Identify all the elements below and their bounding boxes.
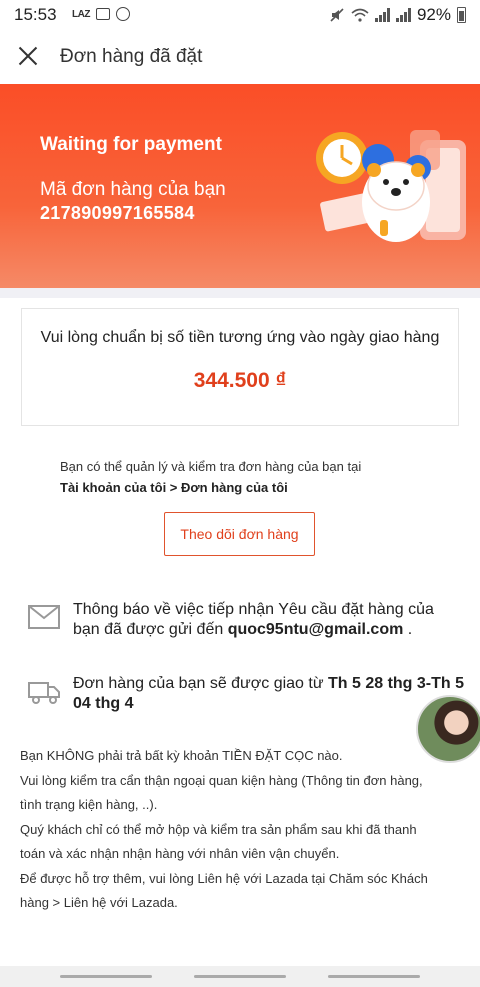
signal-icon-2: [395, 8, 411, 22]
section-divider: [0, 288, 480, 298]
system-navigation-bar: [0, 966, 480, 987]
payment-note: Vui lòng chuẩn bị số tiền tương ứng vào …: [40, 329, 440, 346]
note-item: Vui lòng kiểm tra cẩn thận ngoại quan ki…: [20, 772, 423, 813]
manage-order-text: Bạn có thể quản lý và kiểm tra đơn hàng …: [60, 459, 362, 474]
nav-recents-button[interactable]: [60, 975, 152, 978]
order-status-banner: Waiting for payment Mã đơn hàng của bạn …: [0, 84, 480, 288]
truck-icon: [28, 682, 60, 704]
note-item: Để được hỗ trợ thêm, vui lòng Liên hệ vớ…: [20, 870, 428, 911]
wifi-icon: [351, 8, 369, 22]
status-time: 15:53: [14, 5, 57, 24]
email-confirmation-info: Thông báo về việc tiếp nhận Yêu cầu đặt …: [73, 600, 463, 640]
delivery-estimate-info: Đơn hàng của bạn sẽ được giao từ Th 5 28…: [73, 674, 468, 714]
messenger-icon: [115, 7, 130, 21]
order-number-label: Mã đơn hàng của bạn: [40, 179, 226, 200]
page-title: Đơn hàng đã đặt: [60, 46, 203, 67]
mail-icon: [28, 605, 60, 629]
waiting-mascot-illustration: [316, 130, 466, 242]
email-info-suffix: .: [403, 621, 413, 638]
battery-percent: 92%: [416, 5, 451, 24]
note-item: Bạn KHÔNG phải trả bất kỳ khoản TIỀN ĐẶT…: [20, 748, 343, 763]
payment-amount: 344.500 ₫: [193, 369, 287, 392]
signal-icon: [374, 8, 390, 22]
battery-icon: [457, 7, 466, 23]
note-item: Quý khách chỉ có thể mở hộp và kiểm tra …: [20, 821, 417, 862]
manage-order-path: Tài khoản của tôi > Đơn hàng của tôi: [60, 480, 288, 495]
status-bar: 15:53 LAZ 92%: [0, 0, 480, 30]
app-bar: Đơn hàng đã đặt: [0, 30, 480, 84]
delivery-info-text: Đơn hàng của bạn sẽ được giao từ: [73, 675, 328, 692]
system-icons: 92%: [329, 5, 466, 25]
notification-icons: LAZ: [72, 7, 130, 21]
payment-status: Waiting for payment: [40, 134, 222, 155]
order-notes: Bạn KHÔNG phải trả bất kỳ khoản TIỀN ĐẶT…: [20, 744, 435, 916]
customer-email: quoc95ntu@gmail.com: [227, 621, 404, 638]
payment-info-card: Vui lòng chuẩn bị số tiền tương ứng vào …: [21, 308, 459, 426]
close-button[interactable]: [12, 40, 44, 72]
order-number: 217890997165584: [40, 203, 195, 223]
mute-icon: [330, 8, 344, 22]
image-icon: [95, 8, 110, 20]
nav-back-button[interactable]: [328, 975, 420, 978]
track-order-button[interactable]: Theo dõi đơn hàng: [164, 512, 315, 556]
nav-home-button[interactable]: [194, 975, 286, 978]
lazada-notification-icon: LAZ: [72, 8, 90, 20]
